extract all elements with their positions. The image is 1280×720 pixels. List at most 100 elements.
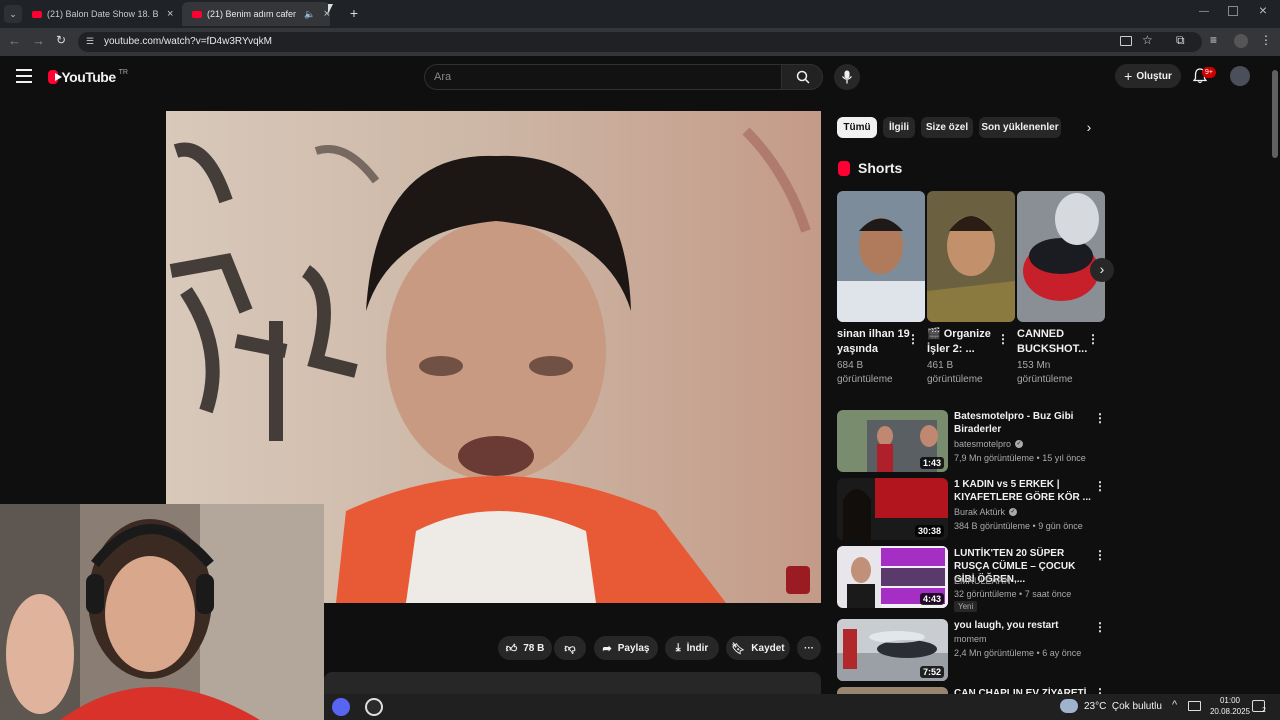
video-thumbnail[interactable] xyxy=(837,687,948,694)
app-icon-obs[interactable] xyxy=(365,698,383,716)
browser-tab-active[interactable]: (21) Benim adım cafer.... - Yo 🔈 × xyxy=(182,2,330,26)
speaker-icon[interactable]: 🔈 xyxy=(304,9,315,20)
video-thumbnail[interactable]: 1:43 xyxy=(837,410,948,472)
weather-text[interactable]: 23°C Çok bulutlu xyxy=(1084,701,1162,712)
channel-name[interactable]: Burak Aktürk ✓ xyxy=(954,507,1018,517)
menu-icon[interactable] xyxy=(16,69,32,83)
share-button[interactable]: ➦ Paylaş xyxy=(594,636,658,660)
short-thumbnail[interactable] xyxy=(837,191,925,322)
more-options-icon[interactable]: ⋮ xyxy=(997,332,1009,346)
more-options-icon[interactable]: ⋮ xyxy=(1094,548,1106,562)
window-close-icon[interactable]: × xyxy=(1256,2,1270,18)
video-meta: 2,4 Mn görüntüleme • 6 ay önce xyxy=(954,648,1082,658)
scrollbar-thumb[interactable] xyxy=(1272,70,1278,158)
youtube-play-icon xyxy=(48,70,62,84)
short-title[interactable]: sinan ilhan 19 yaşında xyxy=(837,327,913,357)
thumbs-up-icon: 👍︎ xyxy=(505,642,518,655)
video-meta: 7,9 Mn görüntüleme • 15 yıl önce xyxy=(954,453,1086,463)
video-duration: 30:38 xyxy=(914,525,944,537)
create-button[interactable]: + Oluştur xyxy=(1115,64,1181,88)
tab-search-icon[interactable]: ⌄ xyxy=(4,5,22,23)
video-title[interactable]: Batesmotelpro - Buz Gibi Biraderler xyxy=(954,410,1092,436)
media-controls-icon[interactable]: ≡ xyxy=(1210,33,1224,49)
short-views: 153 Mn görüntüleme xyxy=(1017,360,1073,385)
channel-label: EMRULEARN xyxy=(954,576,1011,586)
url-text[interactable]: youtube.com/watch?v=fD4w3RYvqkM xyxy=(104,36,272,47)
description-box[interactable] xyxy=(324,672,821,694)
thumbs-down-icon: 👎︎ xyxy=(564,642,576,655)
save-button[interactable]: 🔖︎ Kaydet xyxy=(726,636,790,660)
channel-name[interactable]: EMRULEARN xyxy=(954,576,1011,586)
channel-name[interactable]: batesmotelpro ✓ xyxy=(954,439,1024,449)
video-meta: 384 B görüntüleme • 9 gün önce xyxy=(954,521,1083,531)
short-thumbnail[interactable] xyxy=(927,191,1015,322)
reload-icon[interactable]: ↻ xyxy=(56,33,70,49)
more-options-icon[interactable]: ⋮ xyxy=(1094,620,1106,634)
create-label: Oluştur xyxy=(1136,70,1172,82)
channel-name[interactable]: momem xyxy=(954,634,987,644)
like-count: 78 B xyxy=(523,642,545,654)
short-thumbnail[interactable] xyxy=(1017,191,1105,322)
bookmark-star-icon[interactable]: ☆ xyxy=(1142,33,1156,49)
forward-icon[interactable]: → xyxy=(32,33,46,49)
chips-next-icon[interactable]: › xyxy=(1082,119,1096,137)
more-actions-button[interactable]: ··· xyxy=(797,636,821,660)
video-thumbnail[interactable]: 30:38 xyxy=(837,478,948,540)
chip-label: Tümü xyxy=(843,122,871,133)
search-button[interactable] xyxy=(781,64,823,90)
more-options-icon[interactable]: ⋮ xyxy=(907,332,919,346)
search-input[interactable] xyxy=(434,66,764,88)
clock-time[interactable]: 01:00 xyxy=(1210,696,1250,705)
youtube-logo[interactable]: YouTube TR xyxy=(48,68,128,86)
app-icon-discord[interactable] xyxy=(332,698,350,716)
video-title[interactable]: 1 KADIN vs 5 ERKEK | KIYAFETLERE GÖRE KÖ… xyxy=(954,478,1092,504)
search-icon xyxy=(796,70,810,84)
shorts-next-button[interactable]: › xyxy=(1090,258,1114,282)
chip-recent[interactable]: Son yüklenenler xyxy=(979,117,1061,138)
short-views: 461 B görüntüleme xyxy=(927,360,983,385)
logo-text: YouTube xyxy=(61,69,116,85)
notification-center-count: 2 xyxy=(1262,707,1266,714)
close-icon[interactable]: × xyxy=(167,8,173,20)
more-options-icon[interactable]: ⋮ xyxy=(1094,686,1104,694)
short-title[interactable]: CANNED BUCKSHOT... xyxy=(1017,327,1093,357)
profile-avatar[interactable] xyxy=(1234,34,1248,48)
dislike-button[interactable]: 👎︎ xyxy=(554,636,586,660)
voice-search-button[interactable] xyxy=(834,64,860,90)
browser-menu-icon[interactable]: ⋮ xyxy=(1260,33,1272,49)
share-icon: ➦ xyxy=(602,642,612,655)
tray-overflow-icon[interactable]: ^ xyxy=(1172,699,1177,711)
verified-icon: ✓ xyxy=(1009,508,1018,516)
video-title[interactable]: you laugh, you restart xyxy=(954,619,1092,632)
download-button[interactable]: ⤓ İndir xyxy=(665,636,719,660)
video-meta: 32 görüntüleme • 7 saat önce xyxy=(954,589,1072,599)
chip-label: Size özel xyxy=(925,122,969,133)
video-thumbnail[interactable]: 4:43 xyxy=(837,546,948,608)
chip-related[interactable]: İlgili xyxy=(883,117,915,138)
browser-tab[interactable]: (21) Balon Date Show 18. Bölüm × xyxy=(22,2,184,26)
chip-all[interactable]: Tümü xyxy=(837,117,877,138)
webcam-overlay xyxy=(0,504,324,720)
taskbar: 23°C Çok bulutlu ^ 01:00 20.08.2025 2 xyxy=(324,694,1280,720)
site-info-icon[interactable]: ☰ xyxy=(86,36,98,48)
extensions-icon[interactable]: ⧉ xyxy=(1176,33,1190,49)
like-button[interactable]: 👍︎ 78 B xyxy=(498,636,552,660)
restore-icon[interactable] xyxy=(1228,6,1238,16)
account-avatar[interactable] xyxy=(1230,66,1250,86)
video-thumbnail[interactable]: 7:52 xyxy=(837,619,948,681)
video-title[interactable]: CAN CHAPLIN EV ZİYARETİ xyxy=(954,687,1092,694)
tab-title: (21) Benim adım cafer.... - Yo xyxy=(207,9,296,19)
more-options-icon[interactable]: ⋮ xyxy=(1094,479,1106,493)
minimize-icon[interactable]: — xyxy=(1198,6,1210,18)
more-options-icon[interactable]: ⋮ xyxy=(1094,411,1106,425)
bookmark-icon: 🔖︎ xyxy=(731,642,746,655)
more-options-icon[interactable]: ⋮ xyxy=(1087,332,1099,346)
install-app-icon[interactable] xyxy=(1120,36,1132,46)
short-title[interactable]: 🎬 Organize İşler 2: ... xyxy=(927,327,1003,357)
back-icon[interactable]: ← xyxy=(8,33,22,49)
chip-for-you[interactable]: Size özel xyxy=(921,117,973,138)
weather-icon[interactable] xyxy=(1060,699,1078,713)
clock-date[interactable]: 20.08.2025 xyxy=(1200,707,1260,716)
tab-title: (21) Balon Date Show 18. Bölüm xyxy=(47,9,159,19)
new-tab-button[interactable]: + xyxy=(346,5,362,21)
